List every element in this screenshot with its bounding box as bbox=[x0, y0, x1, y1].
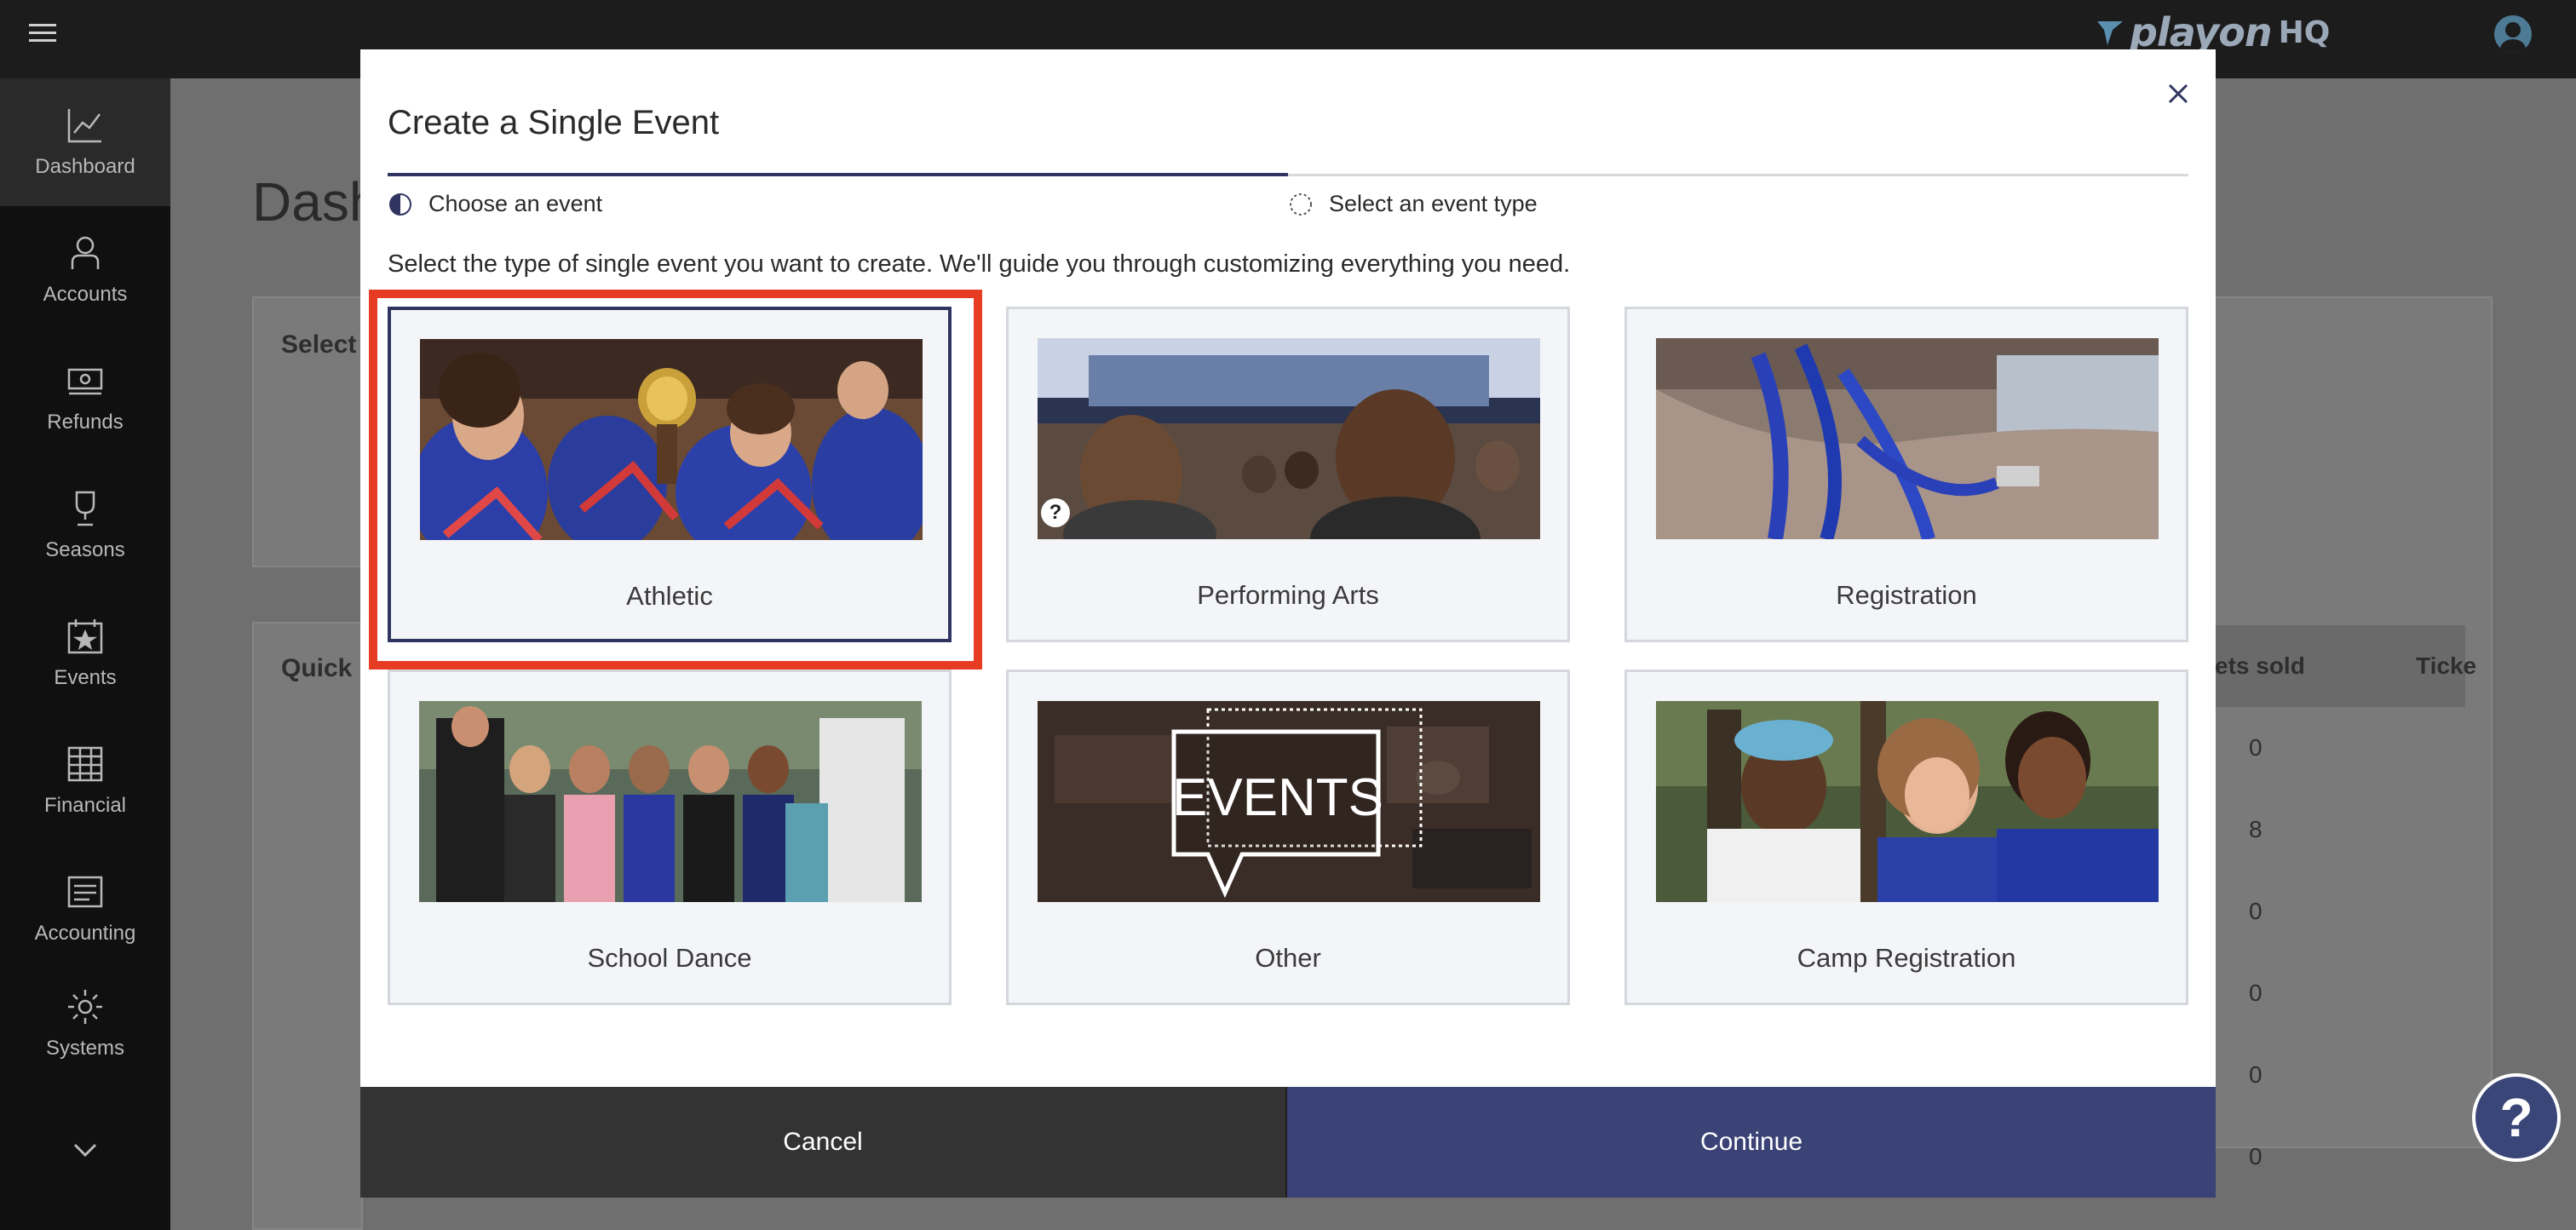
tickets-sold-value: 0 bbox=[2249, 980, 2263, 1006]
sidebar-item-accounting[interactable]: Accounting bbox=[0, 845, 170, 973]
registration-image bbox=[1656, 338, 2159, 539]
person-icon bbox=[71, 236, 100, 269]
sidebar-item-label: Seasons bbox=[45, 538, 125, 561]
help-button[interactable]: ? bbox=[2472, 1073, 2561, 1162]
tickets-sold-header: ets sold bbox=[2215, 652, 2305, 679]
camp-registration-image bbox=[1656, 701, 2159, 902]
chevron-down-icon[interactable] bbox=[70, 1135, 101, 1165]
sidebar-item-label: Accounts bbox=[43, 283, 128, 306]
tickets-sold-value: 0 bbox=[2249, 898, 2263, 924]
quick-label: Quick bbox=[281, 654, 353, 682]
modal-title: Create a Single Event bbox=[388, 104, 720, 141]
ledger-icon bbox=[67, 876, 103, 908]
sidebar-item-label: Accounting bbox=[34, 922, 136, 945]
school-dance-image bbox=[419, 701, 922, 902]
step-label: Choose an event bbox=[428, 191, 603, 216]
logo-suffix: HQ bbox=[2278, 14, 2331, 50]
card-label: Camp Registration bbox=[1797, 943, 2016, 973]
grid-icon bbox=[67, 746, 103, 782]
sidebar-item-events[interactable]: Events bbox=[0, 589, 170, 717]
close-icon bbox=[2168, 83, 2188, 104]
cancel-button[interactable]: Cancel bbox=[360, 1087, 1287, 1198]
select-label: Select bbox=[281, 330, 357, 359]
event-card-registration[interactable]: Registration bbox=[1624, 307, 2188, 642]
performing-arts-image: ? bbox=[1038, 338, 1540, 539]
logo-arrow-icon bbox=[2097, 21, 2123, 45]
event-card-other[interactable]: EVENTS Other bbox=[1006, 670, 1570, 1005]
sidebar-item-systems[interactable]: Systems bbox=[0, 964, 170, 1083]
sidebar-item-label: Systems bbox=[45, 1037, 124, 1060]
modal-footer: Cancel Continue bbox=[360, 1087, 2216, 1198]
camp-registration-photo-illustration bbox=[1656, 701, 2159, 902]
step-label: Select an event type bbox=[1329, 191, 1538, 216]
hamburger-menu-icon[interactable] bbox=[26, 19, 60, 53]
athletic-photo-illustration bbox=[420, 339, 923, 540]
progress-fill bbox=[388, 173, 1288, 176]
question-badge-icon: ? bbox=[1041, 498, 1070, 527]
tickets-sold-value: 0 bbox=[2249, 1061, 2263, 1088]
event-card-camp-registration[interactable]: Camp Registration bbox=[1624, 670, 2188, 1005]
instructions-text: Select the type of single event you want… bbox=[388, 250, 1571, 278]
sidebar-item-label: Dashboard bbox=[35, 155, 135, 178]
other-events-illustration: EVENTS bbox=[1038, 701, 1540, 902]
sidebar-item-financial[interactable]: Financial bbox=[0, 717, 170, 845]
calendar-star-icon bbox=[67, 619, 103, 654]
registration-photo-illustration bbox=[1656, 338, 2159, 539]
create-event-modal: Create a Single Event Choose an event Se… bbox=[360, 49, 2216, 1198]
card-label: Registration bbox=[1836, 580, 1977, 610]
continue-button[interactable]: Continue bbox=[1287, 1087, 2216, 1198]
event-card-performing-arts[interactable]: ? Performing Arts bbox=[1006, 307, 1570, 642]
school-dance-photo-illustration bbox=[419, 701, 922, 902]
gear-icon bbox=[68, 990, 102, 1024]
event-card-school-dance[interactable]: School Dance bbox=[388, 670, 952, 1005]
user-avatar-icon[interactable] bbox=[2494, 15, 2532, 53]
event-card-athletic[interactable]: Athletic bbox=[388, 307, 952, 642]
quick-panel bbox=[252, 622, 363, 1230]
trophy-icon bbox=[75, 491, 95, 526]
card-label: Performing Arts bbox=[1197, 580, 1379, 610]
tickets-sold-value: 8 bbox=[2249, 816, 2263, 842]
step-select-event-type: Select an event type bbox=[1288, 191, 1538, 217]
events-sign-text: EVENTS bbox=[1172, 768, 1383, 827]
money-icon bbox=[67, 368, 103, 395]
sidebar-item-label: Financial bbox=[43, 794, 127, 817]
sidebar-item-seasons[interactable]: Seasons bbox=[0, 462, 170, 589]
half-circle-step-icon bbox=[389, 193, 411, 216]
step-choose-event: Choose an event bbox=[388, 191, 602, 217]
logo-text: playon bbox=[2130, 9, 2273, 55]
tickets-sold-value: 0 bbox=[2249, 734, 2263, 761]
dashed-circle-step-icon bbox=[1290, 193, 1312, 216]
close-button[interactable] bbox=[2158, 73, 2199, 114]
sidebar: Dashboard Accounts Refunds Seasons Event… bbox=[0, 78, 170, 1230]
tickets-sold-value: 0 bbox=[2249, 1143, 2263, 1170]
sidebar-item-accounts[interactable]: Accounts bbox=[0, 206, 170, 334]
card-label: Athletic bbox=[626, 581, 713, 611]
other-events-image: EVENTS bbox=[1038, 701, 1540, 902]
sidebar-item-label: Refunds bbox=[47, 411, 124, 434]
card-label: School Dance bbox=[587, 943, 752, 973]
card-label: Other bbox=[1255, 943, 1321, 973]
performing-arts-photo-illustration bbox=[1038, 338, 1540, 539]
sidebar-item-label: Events bbox=[54, 666, 117, 689]
sidebar-item-dashboard[interactable]: Dashboard bbox=[0, 78, 170, 206]
chart-line-icon bbox=[67, 109, 101, 143]
athletic-image bbox=[420, 339, 923, 540]
ticket-header: Ticke bbox=[2416, 652, 2477, 679]
sidebar-item-refunds[interactable]: Refunds bbox=[0, 334, 170, 462]
